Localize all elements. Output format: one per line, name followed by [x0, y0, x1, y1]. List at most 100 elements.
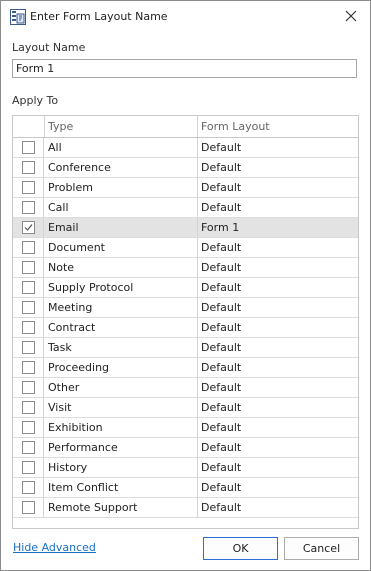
row-checkbox[interactable]	[22, 441, 35, 454]
table-row[interactable]: Meeting Default	[13, 298, 358, 318]
type-cell[interactable]: Remote Support	[45, 498, 198, 517]
checkbox-cell	[13, 358, 44, 377]
type-cell[interactable]: Note	[45, 258, 198, 277]
close-button[interactable]	[338, 5, 364, 29]
type-cell[interactable]: Supply Protocol	[45, 278, 198, 297]
apply-to-label: Apply To	[12, 94, 59, 107]
table-row[interactable]: Email Form 1	[13, 218, 358, 238]
row-checkbox[interactable]	[22, 201, 35, 214]
row-checkbox[interactable]	[22, 361, 35, 374]
type-cell[interactable]: History	[45, 458, 198, 477]
checkbox-cell	[13, 318, 44, 337]
row-checkbox[interactable]	[22, 421, 35, 434]
form-layout-cell[interactable]: Default	[198, 498, 358, 517]
cancel-button[interactable]: Cancel	[284, 537, 359, 560]
row-checkbox[interactable]	[22, 341, 35, 354]
form-layout-cell[interactable]: Default	[198, 358, 358, 377]
row-checkbox[interactable]	[22, 261, 35, 274]
row-checkbox[interactable]	[22, 141, 35, 154]
grid-header: Type Form Layout	[13, 116, 358, 138]
table-row[interactable]: All Default	[13, 138, 358, 158]
type-cell[interactable]: Other	[45, 378, 198, 397]
checkbox-cell	[13, 298, 44, 317]
type-cell[interactable]: Task	[45, 338, 198, 357]
checkmark-icon	[24, 224, 33, 231]
row-checkbox[interactable]	[22, 401, 35, 414]
row-checkbox[interactable]	[22, 181, 35, 194]
table-row[interactable]: Remote Support Default	[13, 498, 358, 518]
checkbox-cell	[13, 418, 44, 437]
form-layout-cell[interactable]: Default	[198, 258, 358, 277]
type-cell[interactable]: Proceeding	[45, 358, 198, 377]
form-layout-column-header[interactable]: Form Layout	[198, 116, 358, 137]
form-layout-cell[interactable]: Default	[198, 318, 358, 337]
type-cell[interactable]: All	[45, 138, 198, 157]
type-cell[interactable]: Problem	[45, 178, 198, 197]
form-layout-cell[interactable]: Default	[198, 398, 358, 417]
table-row[interactable]: Call Default	[13, 198, 358, 218]
hide-advanced-link[interactable]: Hide Advanced	[13, 541, 96, 554]
table-row[interactable]: Task Default	[13, 338, 358, 358]
form-layout-cell[interactable]: Default	[198, 458, 358, 477]
checkbox-cell	[13, 158, 44, 177]
table-row[interactable]: Supply Protocol Default	[13, 278, 358, 298]
checkbox-cell	[13, 438, 44, 457]
ok-button[interactable]: OK	[203, 537, 278, 560]
title-bar: Enter Form Layout Name	[1, 1, 370, 33]
type-cell[interactable]: Document	[45, 238, 198, 257]
table-row[interactable]: Item Conflict Default	[13, 478, 358, 498]
table-row[interactable]: Visit Default	[13, 398, 358, 418]
form-layout-cell[interactable]: Default	[198, 158, 358, 177]
row-checkbox[interactable]	[22, 481, 35, 494]
table-row[interactable]: Exhibition Default	[13, 418, 358, 438]
form-layout-cell[interactable]: Default	[198, 278, 358, 297]
window-title: Enter Form Layout Name	[30, 10, 168, 23]
checkbox-cell	[13, 398, 44, 417]
type-cell[interactable]: Meeting	[45, 298, 198, 317]
table-row[interactable]: Performance Default	[13, 438, 358, 458]
form-layout-cell[interactable]: Default	[198, 198, 358, 217]
checkbox-cell	[13, 498, 44, 517]
table-row[interactable]: Problem Default	[13, 178, 358, 198]
type-cell[interactable]: Call	[45, 198, 198, 217]
form-layout-cell[interactable]: Default	[198, 438, 358, 457]
type-cell[interactable]: Email	[45, 218, 198, 237]
checkbox-cell	[13, 218, 44, 237]
form-layout-cell[interactable]: Default	[198, 298, 358, 317]
form-layout-cell[interactable]: Default	[198, 378, 358, 397]
table-row[interactable]: Conference Default	[13, 158, 358, 178]
row-checkbox[interactable]	[22, 381, 35, 394]
type-cell[interactable]: Performance	[45, 438, 198, 457]
form-layout-cell[interactable]: Default	[198, 478, 358, 497]
type-cell[interactable]: Exhibition	[45, 418, 198, 437]
row-checkbox[interactable]	[22, 321, 35, 334]
row-checkbox[interactable]	[22, 241, 35, 254]
row-checkbox[interactable]	[22, 161, 35, 174]
table-row[interactable]: Proceeding Default	[13, 358, 358, 378]
row-checkbox[interactable]	[22, 221, 35, 234]
form-layout-cell[interactable]: Default	[198, 238, 358, 257]
checkbox-cell	[13, 178, 44, 197]
form-layout-cell[interactable]: Form 1	[198, 218, 358, 237]
close-icon	[345, 10, 357, 25]
layout-name-input[interactable]	[12, 59, 357, 78]
type-cell[interactable]: Contract	[45, 318, 198, 337]
row-checkbox[interactable]	[22, 301, 35, 314]
form-layout-cell[interactable]: Default	[198, 178, 358, 197]
table-row[interactable]: Note Default	[13, 258, 358, 278]
type-cell[interactable]: Visit	[45, 398, 198, 417]
form-layout-cell[interactable]: Default	[198, 138, 358, 157]
row-checkbox[interactable]	[22, 281, 35, 294]
type-column-header[interactable]: Type	[45, 116, 198, 137]
table-row[interactable]: Document Default	[13, 238, 358, 258]
type-cell[interactable]: Conference	[45, 158, 198, 177]
type-cell[interactable]: Item Conflict	[45, 478, 198, 497]
form-layout-cell[interactable]: Default	[198, 418, 358, 437]
table-row[interactable]: Other Default	[13, 378, 358, 398]
checkbox-cell	[13, 278, 44, 297]
table-row[interactable]: History Default	[13, 458, 358, 478]
row-checkbox[interactable]	[22, 461, 35, 474]
row-checkbox[interactable]	[22, 501, 35, 514]
table-row[interactable]: Contract Default	[13, 318, 358, 338]
form-layout-cell[interactable]: Default	[198, 338, 358, 357]
